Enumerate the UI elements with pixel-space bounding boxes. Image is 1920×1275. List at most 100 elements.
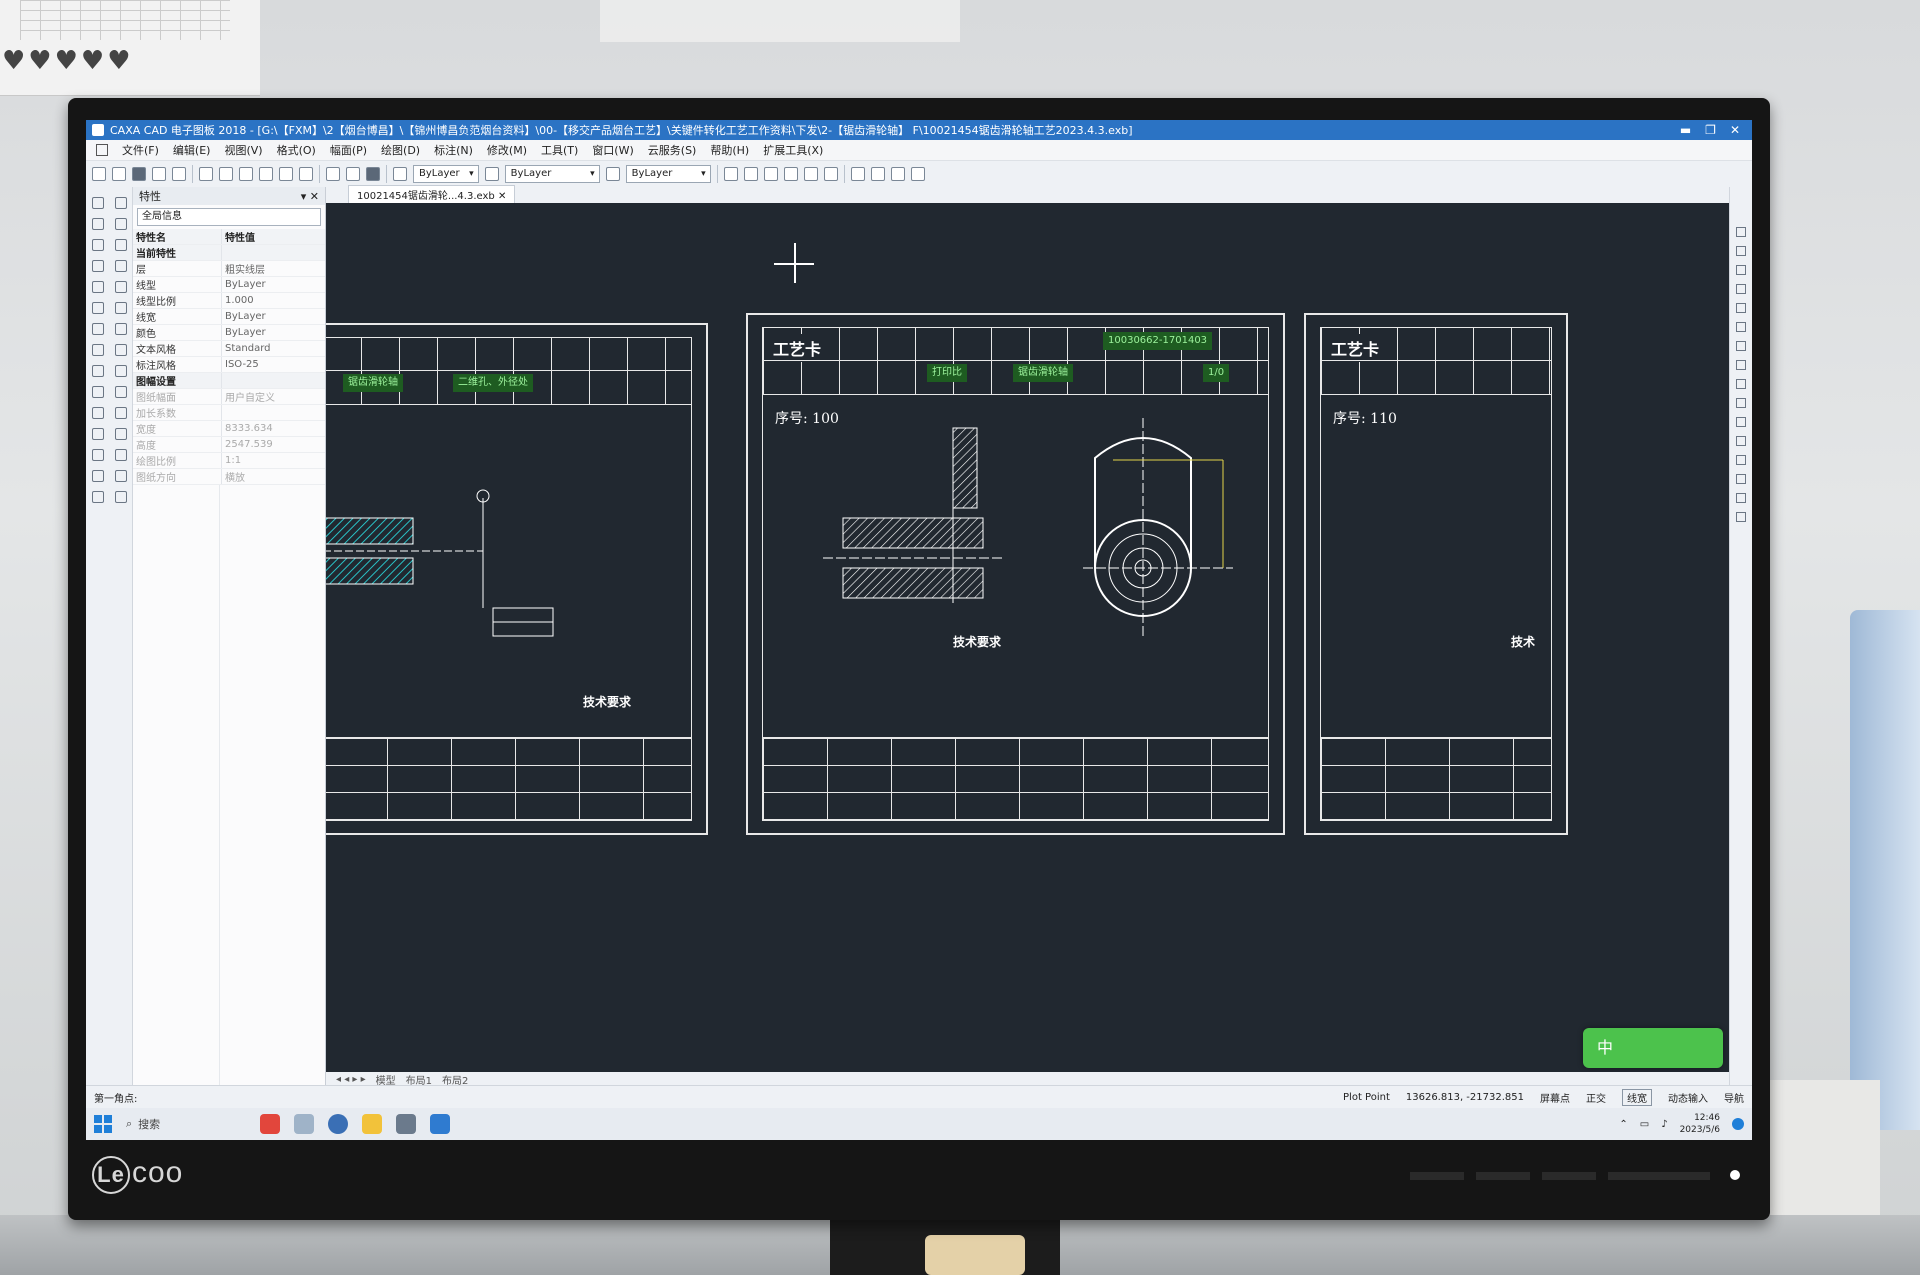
rt-tool-icon[interactable] (1736, 265, 1746, 275)
circle-tool-icon[interactable] (91, 239, 104, 251)
menu-extend[interactable]: 扩展工具(X) (763, 142, 823, 158)
file-explorer-icon[interactable] (362, 1114, 382, 1134)
ellipse-tool-icon[interactable] (91, 323, 104, 335)
layout-nav-arrows[interactable]: ◂ ◂ ▸ ▸ (336, 1074, 366, 1085)
scale-tool-icon[interactable] (114, 323, 127, 335)
clock[interactable]: 12:46 2023/5/6 (1680, 1112, 1720, 1136)
color-icon[interactable] (484, 167, 499, 181)
start-button[interactable] (94, 1115, 112, 1133)
rt-tool-icon[interactable] (1736, 474, 1746, 484)
copy-tool-icon[interactable] (114, 239, 127, 251)
help-icon[interactable] (366, 167, 380, 181)
table-tool-icon[interactable] (91, 470, 104, 482)
paste-icon[interactable] (239, 167, 253, 181)
menu-tools[interactable]: 工具(T) (541, 142, 578, 158)
prop-value[interactable]: ISO-25 (221, 356, 325, 373)
linetype-combo[interactable]: ByLayer (504, 165, 600, 183)
measure-icon[interactable] (910, 167, 925, 181)
cut-icon[interactable] (199, 167, 213, 181)
volume-icon[interactable]: ♪ (1661, 1119, 1667, 1130)
rt-tool-icon[interactable] (1736, 417, 1746, 427)
move-tool-icon[interactable] (114, 218, 127, 230)
menu-format[interactable]: 格式(O) (277, 142, 316, 158)
drawing-canvas[interactable]: 锯齿滑轮轴 二维孔、外径处 技术要求 工艺卡 打印比 锯齿滑轮轴 1/0 100… (326, 203, 1729, 1072)
chat-icon[interactable] (328, 1114, 348, 1134)
rect-tool-icon[interactable] (91, 302, 104, 314)
rt-tool-icon[interactable] (1736, 436, 1746, 446)
prop-value[interactable]: ByLayer (221, 276, 325, 293)
text-tool-icon[interactable] (91, 491, 104, 503)
line-tool-icon[interactable] (91, 197, 104, 209)
zoom-in-icon[interactable] (763, 167, 778, 181)
menu-edit[interactable]: 编辑(E) (173, 142, 211, 158)
lineweight-combo[interactable]: ByLayer (625, 165, 711, 183)
status-mode-ortho[interactable]: 正交 (1586, 1090, 1606, 1105)
ime-indicator[interactable]: 中 (1583, 1028, 1723, 1068)
properties-scope-select[interactable]: 全局信息 (137, 208, 321, 226)
rt-tool-icon[interactable] (1736, 379, 1746, 389)
rt-tool-icon[interactable] (1736, 227, 1746, 237)
zoom-window-icon[interactable] (723, 167, 738, 181)
prop-key[interactable]: 当前特性 (133, 244, 222, 261)
maximize-button[interactable]: ❐ (1705, 123, 1716, 137)
app-window-icon[interactable] (396, 1114, 416, 1134)
hatch-icon[interactable] (890, 167, 905, 181)
polyline-tool-icon[interactable] (91, 218, 104, 230)
print-icon[interactable] (152, 167, 166, 181)
rt-tool-icon[interactable] (1736, 303, 1746, 313)
text-icon[interactable] (870, 167, 885, 181)
menu-window[interactable]: 窗口(W) (592, 142, 633, 158)
rt-tool-icon[interactable] (1736, 455, 1746, 465)
lineweight-icon[interactable] (605, 167, 620, 181)
save-icon[interactable] (132, 167, 146, 181)
stretch-tool-icon[interactable] (114, 470, 127, 482)
prop-value[interactable]: ByLayer (221, 324, 325, 341)
pan-icon[interactable] (803, 167, 818, 181)
tray-chevron-icon[interactable]: ⌃ (1619, 1119, 1627, 1130)
array-tool-icon[interactable] (114, 302, 127, 314)
regen-icon[interactable] (823, 167, 838, 181)
trim-tool-icon[interactable] (114, 344, 127, 356)
minimize-button[interactable]: ▬ (1680, 123, 1691, 137)
menu-draw[interactable]: 绘图(D) (381, 142, 420, 158)
menu-help[interactable]: 帮助(H) (710, 142, 749, 158)
rt-tool-icon[interactable] (1736, 360, 1746, 370)
acrobat-icon[interactable] (260, 1114, 280, 1134)
snap-mode[interactable]: 屏幕点 (1540, 1090, 1570, 1105)
spline-tool-icon[interactable] (91, 281, 104, 293)
notification-icon[interactable] (1732, 1118, 1744, 1130)
rt-tool-icon[interactable] (1736, 341, 1746, 351)
close-button[interactable]: ✕ (1730, 123, 1740, 137)
menu-view[interactable]: 视图(V) (224, 142, 262, 158)
menu-modify[interactable]: 修改(M) (487, 142, 527, 158)
close-panel-icon[interactable]: ▾ ✕ (301, 190, 319, 203)
rt-tool-icon[interactable] (1736, 512, 1746, 522)
zoom-out-icon[interactable] (783, 167, 798, 181)
polygon-tool-icon[interactable] (91, 344, 104, 356)
align-tool-icon[interactable] (114, 491, 127, 503)
menu-cloud[interactable]: 云服务(S) (648, 142, 697, 158)
app-menu-icon[interactable] (96, 144, 108, 156)
prop-value[interactable]: 1.000 (221, 292, 325, 309)
rt-tool-icon[interactable] (1736, 284, 1746, 294)
mirror-tool-icon[interactable] (114, 281, 127, 293)
hatch-tool-icon[interactable] (91, 365, 104, 377)
prop-value[interactable]: 粗实线层 (221, 260, 325, 277)
break-tool-icon[interactable] (114, 428, 127, 440)
pointer-tool-icon[interactable] (114, 197, 127, 209)
document-tab[interactable]: 10021454锯齿滑轮...4.3.exb ✕ (348, 185, 516, 203)
rt-tool-icon[interactable] (1736, 246, 1746, 256)
status-mode-navigation[interactable]: 导航 (1724, 1090, 1744, 1105)
taskbar-search[interactable]: ⌕ 搜索 (126, 1116, 246, 1132)
layer-combo[interactable]: ByLayer (413, 165, 479, 183)
weather-icon[interactable] (294, 1114, 314, 1134)
offset-tool-icon[interactable] (91, 428, 104, 440)
new-icon[interactable] (92, 167, 106, 181)
fillet-tool-icon[interactable] (114, 386, 127, 398)
menu-file[interactable]: 文件(F) (122, 142, 159, 158)
layer-icon[interactable] (393, 167, 407, 181)
arc-tool-icon[interactable] (91, 260, 104, 272)
prop-key[interactable]: 图幅设置 (133, 372, 222, 389)
block-icon[interactable] (326, 167, 340, 181)
open-icon[interactable] (112, 167, 126, 181)
